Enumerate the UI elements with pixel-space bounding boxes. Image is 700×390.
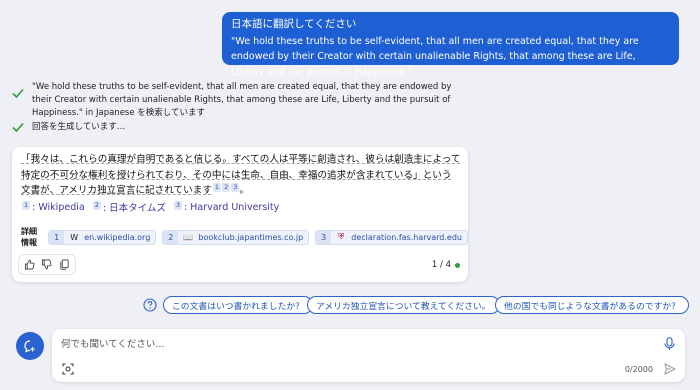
suggestion-button-3[interactable]: 他の国でも同じような文書があるのですか？	[495, 296, 689, 314]
reference-item[interactable]: 2 : 日本タイムズ	[92, 200, 166, 214]
image-search-icon[interactable]	[62, 363, 74, 375]
citation-2[interactable]: 2	[222, 183, 231, 192]
status-dot	[455, 262, 460, 268]
source-chip-number: 3	[316, 230, 332, 244]
reference-list: 1 : Wikipedia 2 : 日本タイムズ 3 : Harvard Uni…	[21, 200, 283, 214]
user-message-bubble: 日本語に翻訳してください "We hold these truths to be…	[222, 12, 679, 78]
answer-card: 「我々は、これらの真理が自明であると信じる。すべての人は平等に創造され、彼らは創…	[12, 147, 468, 282]
feedback-bar	[18, 254, 76, 275]
microphone-icon[interactable]	[664, 337, 675, 351]
reference-item[interactable]: 3 : Harvard University	[173, 200, 280, 213]
source-chip-harvard[interactable]: 3 ⛨ declaration.fas.harvard.edu	[315, 229, 468, 245]
chat-input[interactable]	[61, 336, 641, 352]
more-info-row: 詳細情報 1 W en.wikipedia.org 2 📖 bookclub.j…	[21, 226, 468, 248]
reference-label: : 日本タイムズ	[102, 203, 166, 214]
citation-1[interactable]: 1	[212, 183, 222, 192]
reference-number: 3	[173, 200, 183, 210]
more-info-label: 詳細情報	[21, 227, 37, 247]
source-chip-label: bookclub.japantimes.co.jp	[198, 232, 304, 242]
checkmark-icon	[12, 88, 24, 99]
thumbs-up-icon[interactable]	[24, 259, 35, 270]
suggestion-button-2[interactable]: アメリカ独立宣言について教えてください。	[307, 296, 500, 314]
reference-label: : Wikipedia	[32, 201, 85, 213]
thumbs-down-icon[interactable]	[41, 259, 52, 270]
suggestion-button-1[interactable]: この文書はいつ書かれましたか？	[163, 296, 313, 314]
shield-icon: ⛨	[338, 232, 345, 241]
user-message-title: 日本語に翻訳してください	[231, 18, 357, 30]
search-status-text: "We hold these truths to be self-evident…	[32, 82, 452, 118]
book-icon: 📖	[183, 232, 194, 242]
character-counter: 0/2000	[624, 365, 653, 374]
source-chip-label: declaration.fas.harvard.edu	[351, 232, 462, 242]
user-message-quote: "We hold these truths to be self-evident…	[231, 35, 639, 78]
source-chip-wikipedia[interactable]: 1 W en.wikipedia.org	[48, 229, 157, 245]
source-chip-japantimes[interactable]: 2 📖 bookclub.japantimes.co.jp	[162, 229, 310, 245]
search-status: "We hold these truths to be self-evident…	[12, 81, 472, 120]
reference-item[interactable]: 1 : Wikipedia	[21, 200, 85, 213]
source-chip-number: 1	[49, 230, 65, 244]
source-chip-label: en.wikipedia.org	[84, 232, 151, 242]
source-chip-number: 2	[163, 230, 179, 244]
help-icon[interactable]	[143, 298, 157, 312]
generating-status: 回答を生成しています…	[12, 121, 312, 134]
checkmark-icon	[12, 122, 24, 133]
generating-status-text: 回答を生成しています…	[32, 122, 126, 132]
answer-end: 。	[239, 185, 249, 197]
send-icon[interactable]	[664, 363, 676, 375]
copy-icon[interactable]	[59, 259, 70, 270]
answer-text: 「我々は、これらの真理が自明であると信じる。すべての人は平等に創造され、彼らは創…	[21, 152, 461, 199]
chat-input-box: 0/2000	[52, 329, 685, 382]
new-topic-button[interactable]	[16, 332, 44, 360]
wikipedia-icon: W	[70, 232, 79, 242]
new-topic-icon	[24, 340, 35, 353]
reference-number: 2	[92, 200, 101, 210]
reference-number: 1	[22, 200, 31, 210]
reference-label: : Harvard University	[184, 201, 280, 213]
response-pager: 1 / 4	[432, 260, 460, 270]
pager-text: 1 / 4	[431, 260, 451, 270]
